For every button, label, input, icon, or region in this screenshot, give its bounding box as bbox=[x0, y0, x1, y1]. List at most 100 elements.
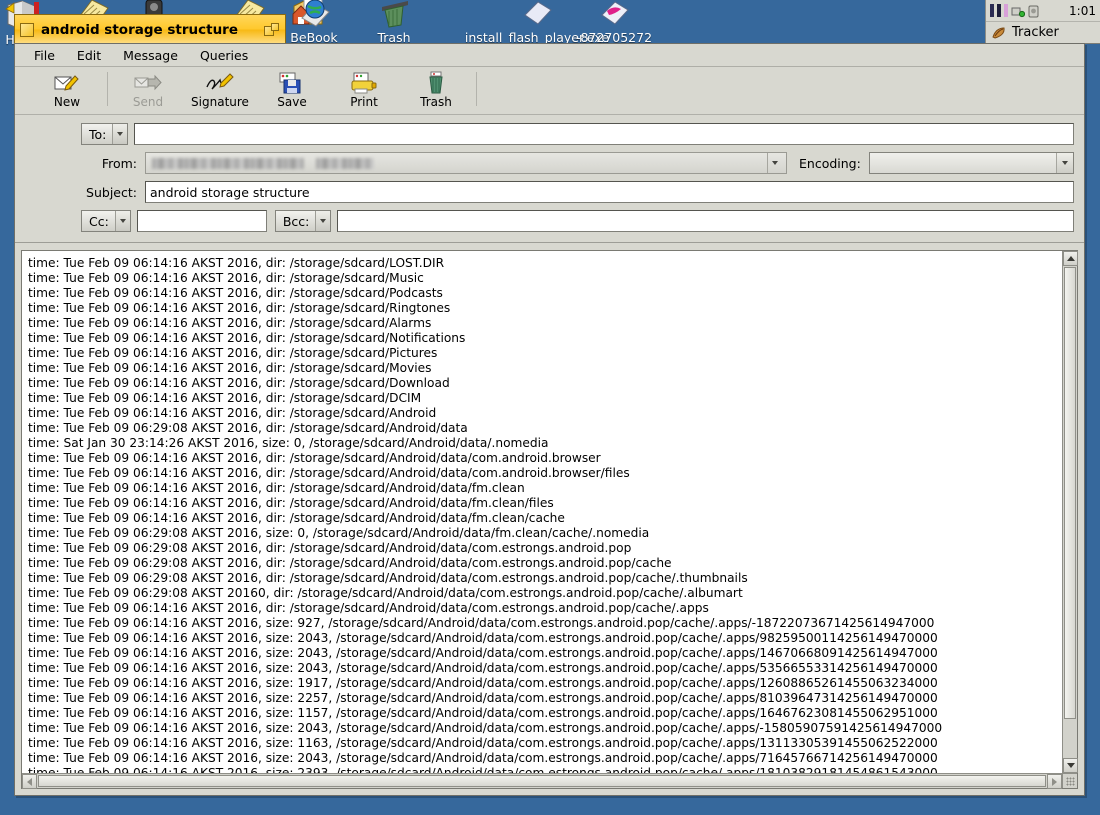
menu-queries[interactable]: Queries bbox=[189, 46, 259, 65]
new-button[interactable]: New bbox=[31, 70, 103, 113]
print-button[interactable]: Print bbox=[328, 70, 400, 113]
bcc-input[interactable] bbox=[337, 210, 1074, 232]
vertical-scroll-thumb[interactable] bbox=[1064, 267, 1076, 719]
body-line: time: Tue Feb 09 06:14:16 AKST 2016, siz… bbox=[28, 721, 943, 735]
send-arrow-icon bbox=[134, 70, 162, 95]
body-line: time: Tue Feb 09 06:14:16 AKST 2016, dir… bbox=[28, 271, 424, 285]
encoding-label: Encoding: bbox=[799, 155, 861, 171]
bcc-label: Bcc: bbox=[282, 213, 310, 229]
scroll-left-button[interactable] bbox=[22, 774, 37, 789]
body-line: time: Tue Feb 09 06:14:16 AKST 2016, siz… bbox=[28, 766, 938, 773]
trash-button-label: Trash bbox=[420, 95, 452, 109]
horizontal-scroll-thumb[interactable] bbox=[38, 775, 1046, 787]
body-line: time: Tue Feb 09 06:14:16 AKST 2016, dir… bbox=[28, 376, 450, 390]
subject-label: Subject: bbox=[86, 184, 137, 200]
message-body-area[interactable]: time: Tue Feb 09 06:14:16 AKST 2016, dir… bbox=[21, 250, 1078, 789]
body-line: time: Tue Feb 09 06:14:16 AKST 2016, dir… bbox=[28, 391, 422, 405]
body-line: time: Tue Feb 09 06:14:16 AKST 2016, dir… bbox=[28, 601, 709, 615]
window-title: android storage structure bbox=[41, 21, 238, 38]
chevron-down-icon[interactable] bbox=[315, 211, 331, 231]
body-line: time: Tue Feb 09 06:14:16 AKST 2016, dir… bbox=[28, 256, 445, 270]
body-line: time: Tue Feb 09 06:29:08 AKST 2016, dir… bbox=[28, 541, 632, 555]
scroll-up-button[interactable] bbox=[1063, 251, 1078, 266]
from-value-redacted bbox=[152, 157, 304, 169]
body-line: time: Tue Feb 09 06:14:16 AKST 2016, dir… bbox=[28, 286, 443, 300]
body-line: time: Tue Feb 09 06:14:16 AKST 2016, dir… bbox=[28, 511, 565, 525]
body-line: time: Tue Feb 09 06:29:08 AKST 2016, dir… bbox=[28, 556, 672, 570]
body-line: time: Tue Feb 09 06:14:16 AKST 2016, dir… bbox=[28, 331, 466, 345]
cc-input[interactable] bbox=[136, 210, 267, 232]
from-label: From: bbox=[101, 155, 137, 171]
body-line: time: Tue Feb 09 06:29:08 AKST 20160, di… bbox=[28, 586, 743, 600]
from-value-redacted bbox=[316, 157, 374, 169]
cc-menu-button[interactable]: Cc: bbox=[81, 210, 131, 232]
zoom-icon[interactable] bbox=[264, 22, 280, 37]
scroll-right-button[interactable] bbox=[1047, 774, 1062, 789]
menu-bar[interactable]: File Edit Message Queries bbox=[15, 44, 1084, 67]
signature-button[interactable]: Signature bbox=[184, 70, 256, 113]
menu-edit[interactable]: Edit bbox=[66, 46, 112, 65]
toolbar-separator bbox=[107, 72, 108, 106]
body-line: time: Tue Feb 09 06:14:16 AKST 2016, siz… bbox=[28, 736, 938, 750]
printer-icon bbox=[350, 70, 378, 95]
to-row: To: bbox=[25, 123, 1074, 145]
body-line: time: Tue Feb 09 06:14:16 AKST 2016, siz… bbox=[28, 616, 935, 630]
mail-window[interactable]: android storage structure File Edit Mess… bbox=[14, 14, 1085, 796]
signature-button-label: Signature bbox=[191, 95, 249, 109]
to-input[interactable] bbox=[134, 123, 1074, 145]
chevron-down-icon[interactable] bbox=[112, 124, 128, 144]
chevron-down-icon[interactable] bbox=[114, 211, 130, 231]
body-line: time: Tue Feb 09 06:14:16 AKST 2016, siz… bbox=[28, 631, 938, 645]
trash-can-icon bbox=[422, 70, 450, 95]
toolbar[interactable]: New Send Signature Save Print Trash bbox=[15, 67, 1084, 115]
subject-input[interactable]: android storage structure bbox=[145, 181, 1074, 203]
signature-icon bbox=[205, 70, 235, 95]
new-button-label: New bbox=[53, 95, 81, 109]
body-line: time: Tue Feb 09 06:14:16 AKST 2016, siz… bbox=[28, 706, 938, 720]
body-line: time: Tue Feb 09 06:14:16 AKST 2016, siz… bbox=[28, 646, 938, 660]
body-line: time: Sat Jan 30 23:14:26 AKST 2016, siz… bbox=[28, 436, 549, 450]
body-line: time: Tue Feb 09 06:14:16 AKST 2016, dir… bbox=[28, 466, 630, 480]
body-line: time: Tue Feb 09 06:14:16 AKST 2016, siz… bbox=[28, 661, 938, 675]
cc-bcc-row: Cc: Bcc: bbox=[25, 210, 1074, 232]
horizontal-scrollbar[interactable] bbox=[22, 773, 1062, 789]
trash-button[interactable]: Trash bbox=[400, 70, 472, 113]
menu-message[interactable]: Message bbox=[112, 46, 189, 65]
window-body: File Edit Message Queries New Send Signa… bbox=[14, 43, 1085, 796]
scroll-down-button[interactable] bbox=[1063, 758, 1078, 773]
subject-value: android storage structure bbox=[150, 184, 310, 200]
body-line: time: Tue Feb 09 06:29:08 AKST 2016, dir… bbox=[28, 421, 468, 435]
body-line: time: Tue Feb 09 06:14:16 AKST 2016, dir… bbox=[28, 496, 554, 510]
body-line: time: Tue Feb 09 06:14:16 AKST 2016, siz… bbox=[28, 691, 938, 705]
floppy-disk-icon bbox=[278, 70, 306, 95]
save-button-label: Save bbox=[277, 95, 307, 109]
body-line: time: Tue Feb 09 06:14:16 AKST 2016, dir… bbox=[28, 361, 432, 375]
menu-file[interactable]: File bbox=[23, 46, 66, 65]
message-body-text[interactable]: time: Tue Feb 09 06:14:16 AKST 2016, dir… bbox=[22, 251, 1062, 773]
window-resize-grip[interactable] bbox=[1062, 773, 1077, 788]
window-titlebar[interactable]: android storage structure bbox=[14, 14, 286, 44]
body-line: time: Tue Feb 09 06:14:16 AKST 2016, dir… bbox=[28, 451, 601, 465]
vertical-scrollbar[interactable] bbox=[1062, 251, 1078, 773]
body-line: time: Tue Feb 09 06:14:16 AKST 2016, siz… bbox=[28, 676, 938, 690]
save-button[interactable]: Save bbox=[256, 70, 328, 113]
chevron-down-icon[interactable] bbox=[767, 153, 782, 173]
chevron-down-icon[interactable] bbox=[1056, 153, 1073, 173]
print-button-label: Print bbox=[350, 95, 378, 109]
subject-row: Subject: android storage structure bbox=[25, 181, 1074, 203]
close-icon[interactable] bbox=[20, 22, 34, 37]
toolbar-separator bbox=[476, 72, 477, 106]
bcc-menu-button[interactable]: Bcc: bbox=[274, 210, 332, 232]
encoding-select[interactable] bbox=[868, 152, 1074, 174]
to-menu-button[interactable]: To: bbox=[81, 123, 129, 145]
from-row: From: Encoding: bbox=[25, 152, 1074, 174]
body-line: time: Tue Feb 09 06:14:16 AKST 2016, siz… bbox=[28, 751, 938, 765]
send-button[interactable]: Send bbox=[112, 70, 184, 113]
body-line: time: Tue Feb 09 06:14:16 AKST 2016, dir… bbox=[28, 316, 432, 330]
body-line: time: Tue Feb 09 06:14:16 AKST 2016, dir… bbox=[28, 406, 437, 420]
body-line: time: Tue Feb 09 06:14:16 AKST 2016, dir… bbox=[28, 346, 438, 360]
message-header-fields: To: From: Encoding: Subject: android sto… bbox=[15, 115, 1084, 243]
from-field[interactable] bbox=[145, 152, 787, 174]
cc-label: Cc: bbox=[89, 213, 109, 229]
body-line: time: Tue Feb 09 06:29:08 AKST 2016, dir… bbox=[28, 571, 748, 585]
